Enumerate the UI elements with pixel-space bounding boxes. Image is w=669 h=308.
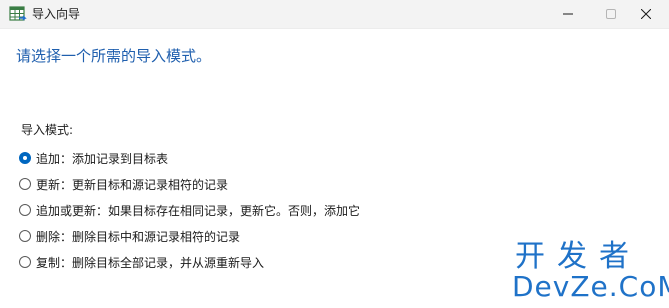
option-update[interactable]: 更新：更新目标和源记录相符的记录 [19, 171, 360, 197]
window-title: 导入向导 [32, 7, 81, 21]
option-append-or-update[interactable]: 追加或更新：如果目标存在相同记录，更新它。否则，添加它 [19, 197, 360, 223]
watermark-logo: 开发者 DevZe.CoM [510, 241, 669, 308]
minimize-icon [563, 13, 573, 15]
radio-button-delete[interactable] [19, 230, 31, 242]
import-mode-options: 追加：添加记录到目标表 更新：更新目标和源记录相符的记录 追加或更新：如果目标存… [19, 145, 360, 275]
import-mode-label: 导入模式: [21, 123, 74, 137]
option-label: 追加或更新：如果目标存在相同记录，更新它。否则，添加它 [36, 203, 361, 218]
radio-button-append-or-update[interactable] [19, 204, 31, 216]
watermark-text-top: 开发者 [515, 239, 641, 274]
minimize-button[interactable] [545, 0, 591, 28]
radio-button-append[interactable] [19, 152, 31, 164]
option-label: 更新：更新目标和源记录相符的记录 [36, 177, 229, 192]
close-button[interactable] [623, 0, 669, 28]
page-heading: 请选择一个所需的导入模式。 [16, 47, 212, 65]
watermark-text-bottom: DevZe.CoM [512, 270, 669, 303]
radio-button-update[interactable] [19, 178, 31, 190]
option-append[interactable]: 追加：添加记录到目标表 [19, 145, 360, 171]
title-bar: 导入向导 [0, 0, 669, 29]
option-copy[interactable]: 复制：删除目标全部记录，并从源重新导入 [19, 249, 360, 275]
table-import-icon [9, 6, 27, 21]
option-label: 复制：删除目标全部记录，并从源重新导入 [36, 255, 265, 270]
close-icon [641, 9, 651, 19]
radio-button-copy[interactable] [19, 256, 31, 268]
option-label: 追加：添加记录到目标表 [36, 151, 169, 166]
option-label: 删除：删除目标中和源记录相符的记录 [36, 229, 241, 244]
maximize-icon [606, 9, 616, 19]
option-delete[interactable]: 删除：删除目标中和源记录相符的记录 [19, 223, 360, 249]
